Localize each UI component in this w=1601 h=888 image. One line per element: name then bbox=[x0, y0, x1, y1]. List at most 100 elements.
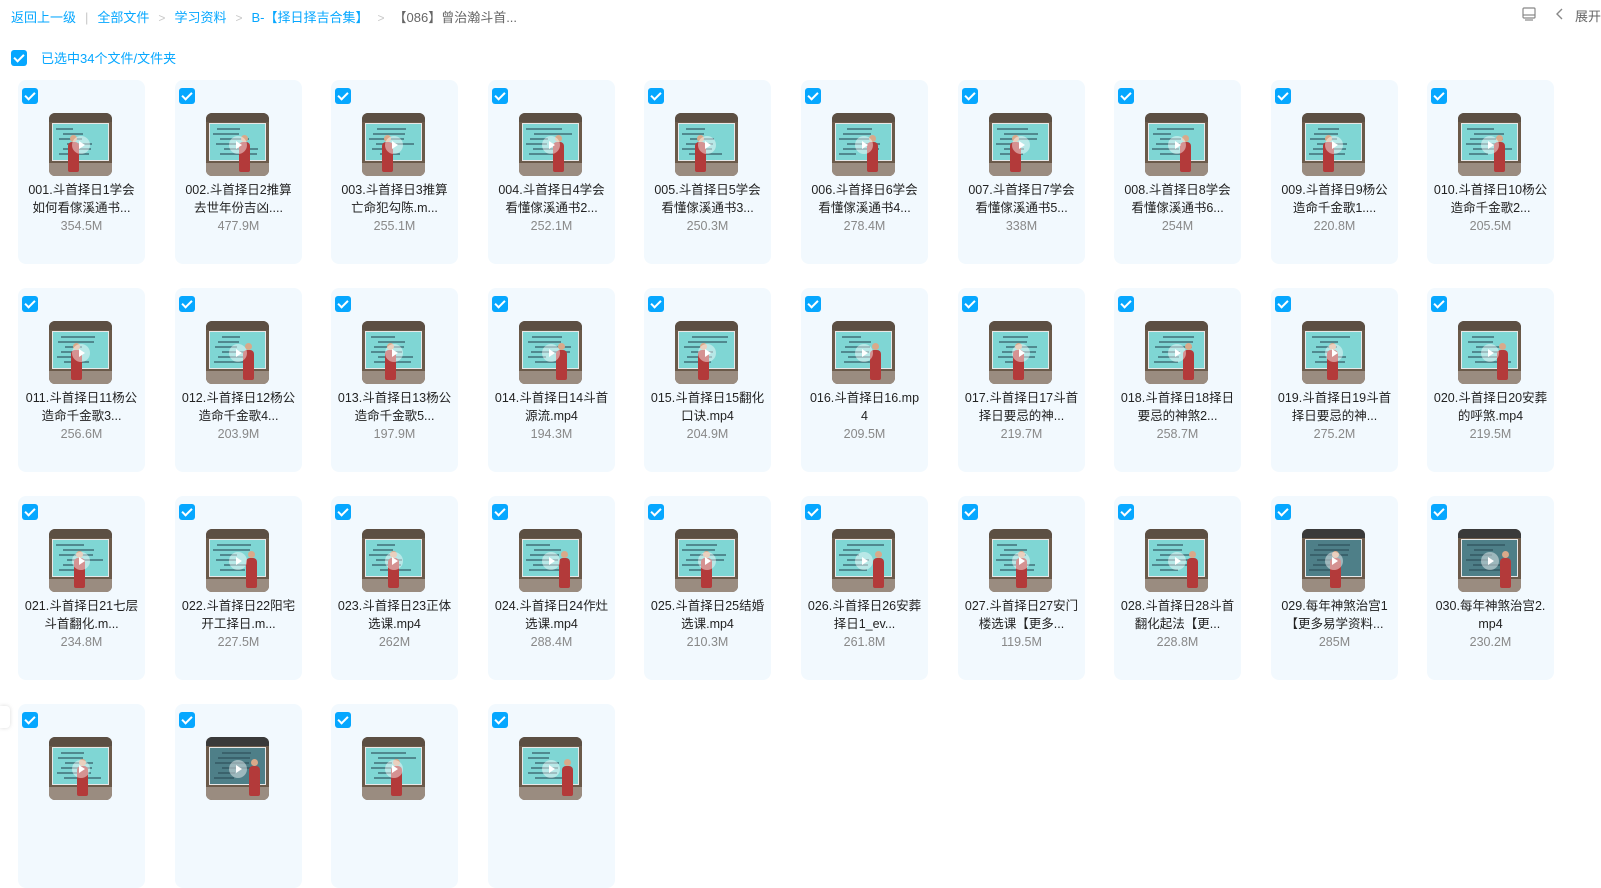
file-checkbox[interactable] bbox=[1118, 88, 1134, 104]
file-name[interactable]: 027.斗首择日27安门楼选课【更多... bbox=[964, 597, 1079, 633]
file-name[interactable]: 018.斗首择日18择日要忌的神煞2... bbox=[1120, 389, 1235, 425]
file-checkbox[interactable] bbox=[22, 88, 38, 104]
file-card[interactable]: 016.斗首择日16.mp4 209.5M bbox=[801, 288, 928, 472]
select-all-checkbox[interactable] bbox=[11, 49, 27, 66]
file-checkbox[interactable] bbox=[335, 712, 351, 728]
file-checkbox[interactable] bbox=[492, 712, 508, 728]
file-card[interactable]: 029.每年神煞治宫1【更多易学资料... 285M bbox=[1271, 496, 1398, 680]
file-card[interactable]: 015.斗首择日15翻化口诀.mp4 204.9M bbox=[644, 288, 771, 472]
breadcrumb-item-all-files[interactable]: 全部文件 bbox=[97, 10, 149, 25]
file-checkbox[interactable] bbox=[335, 88, 351, 104]
file-checkbox[interactable] bbox=[22, 712, 38, 728]
file-name[interactable]: 023.斗首择日23正体选课.mp4 bbox=[337, 597, 452, 633]
file-card[interactable]: 001.斗首择日1学会如何看傢溪通书... 354.5M bbox=[18, 80, 145, 264]
file-checkbox[interactable] bbox=[335, 296, 351, 312]
file-name[interactable]: 005.斗首择日5学会看懂傢溪通书3... bbox=[650, 181, 765, 217]
file-card[interactable] bbox=[488, 704, 615, 888]
file-card[interactable]: 023.斗首择日23正体选课.mp4 262M bbox=[331, 496, 458, 680]
file-card[interactable]: 010.斗首择日10杨公造命千金歌2... 205.5M bbox=[1427, 80, 1554, 264]
file-name[interactable]: 019.斗首择日19斗首择日要忌的神... bbox=[1277, 389, 1392, 425]
file-checkbox[interactable] bbox=[492, 88, 508, 104]
expand-button[interactable]: 展开 bbox=[1575, 9, 1601, 24]
file-name[interactable] bbox=[24, 805, 139, 841]
file-checkbox[interactable] bbox=[962, 88, 978, 104]
file-checkbox[interactable] bbox=[962, 504, 978, 520]
file-card[interactable]: 005.斗首择日5学会看懂傢溪通书3... 250.3M bbox=[644, 80, 771, 264]
file-name[interactable]: 015.斗首择日15翻化口诀.mp4 bbox=[650, 389, 765, 425]
file-name[interactable]: 006.斗首择日6学会看懂傢溪通书4... bbox=[807, 181, 922, 217]
file-card[interactable] bbox=[18, 704, 145, 888]
file-name[interactable] bbox=[494, 805, 609, 841]
file-checkbox[interactable] bbox=[492, 504, 508, 520]
file-card[interactable]: 011.斗首择日11杨公造命千金歌3... 256.6M bbox=[18, 288, 145, 472]
file-checkbox[interactable] bbox=[1275, 504, 1291, 520]
file-name[interactable]: 024.斗首择日24作灶选课.mp4 bbox=[494, 597, 609, 633]
file-checkbox[interactable] bbox=[492, 296, 508, 312]
file-card[interactable]: 003.斗首择日3推算亡命犯勾陈.m... 255.1M bbox=[331, 80, 458, 264]
file-checkbox[interactable] bbox=[1118, 296, 1134, 312]
file-checkbox[interactable] bbox=[22, 504, 38, 520]
file-card[interactable]: 018.斗首择日18择日要忌的神煞2... 258.7M bbox=[1114, 288, 1241, 472]
file-name[interactable]: 011.斗首择日11杨公造命千金歌3... bbox=[24, 389, 139, 425]
file-checkbox[interactable] bbox=[648, 296, 664, 312]
file-name[interactable] bbox=[337, 805, 452, 841]
file-card[interactable]: 014.斗首择日14斗首源流.mp4 194.3M bbox=[488, 288, 615, 472]
file-card[interactable] bbox=[331, 704, 458, 888]
file-checkbox[interactable] bbox=[648, 504, 664, 520]
file-name[interactable]: 014.斗首择日14斗首源流.mp4 bbox=[494, 389, 609, 425]
file-card[interactable] bbox=[175, 704, 302, 888]
file-card[interactable]: 008.斗首择日8学会看懂傢溪通书6... 254M bbox=[1114, 80, 1241, 264]
breadcrumb-item-collection[interactable]: B-【择日择吉合集】 bbox=[251, 10, 368, 25]
file-name[interactable]: 025.斗首择日25结婚选课.mp4 bbox=[650, 597, 765, 633]
file-name[interactable]: 022.斗首择日22阳宅开工择日.m... bbox=[181, 597, 296, 633]
file-card[interactable]: 024.斗首择日24作灶选课.mp4 288.4M bbox=[488, 496, 615, 680]
file-card[interactable]: 027.斗首择日27安门楼选课【更多... 119.5M bbox=[958, 496, 1085, 680]
file-name[interactable]: 026.斗首择日26安葬择日1_ev... bbox=[807, 597, 922, 633]
file-name[interactable]: 002.斗首择日2推算去世年份吉凶.... bbox=[181, 181, 296, 217]
file-checkbox[interactable] bbox=[1431, 504, 1447, 520]
file-checkbox[interactable] bbox=[179, 296, 195, 312]
file-name[interactable]: 001.斗首择日1学会如何看傢溪通书... bbox=[24, 181, 139, 217]
file-card[interactable]: 002.斗首择日2推算去世年份吉凶.... 477.9M bbox=[175, 80, 302, 264]
file-name[interactable]: 003.斗首择日3推算亡命犯勾陈.m... bbox=[337, 181, 452, 217]
file-name[interactable]: 021.斗首择日21七层斗首翻化.m... bbox=[24, 597, 139, 633]
file-card[interactable]: 017.斗首择日17斗首择日要忌的神... 219.7M bbox=[958, 288, 1085, 472]
file-name[interactable]: 028.斗首择日28斗首翻化起法【更... bbox=[1120, 597, 1235, 633]
file-name[interactable]: 009.斗首择日9杨公造命千金歌1.... bbox=[1277, 181, 1392, 217]
file-checkbox[interactable] bbox=[179, 712, 195, 728]
file-card[interactable]: 025.斗首择日25结婚选课.mp4 210.3M bbox=[644, 496, 771, 680]
file-name[interactable]: 010.斗首择日10杨公造命千金歌2... bbox=[1433, 181, 1548, 217]
side-toggle-button[interactable] bbox=[0, 706, 10, 728]
file-name[interactable]: 030.每年神煞治宫2.mp4 bbox=[1433, 597, 1548, 633]
file-checkbox[interactable] bbox=[335, 504, 351, 520]
file-name[interactable] bbox=[181, 805, 296, 841]
file-name[interactable]: 016.斗首择日16.mp4 bbox=[807, 389, 922, 425]
file-checkbox[interactable] bbox=[1275, 88, 1291, 104]
file-card[interactable]: 019.斗首择日19斗首择日要忌的神... 275.2M bbox=[1271, 288, 1398, 472]
file-name[interactable]: 029.每年神煞治宫1【更多易学资料... bbox=[1277, 597, 1392, 633]
file-name[interactable]: 017.斗首择日17斗首择日要忌的神... bbox=[964, 389, 1079, 425]
file-card[interactable]: 006.斗首择日6学会看懂傢溪通书4... 278.4M bbox=[801, 80, 928, 264]
file-checkbox[interactable] bbox=[1431, 296, 1447, 312]
file-name[interactable]: 013.斗首择日13杨公造命千金歌5... bbox=[337, 389, 452, 425]
file-name[interactable]: 020.斗首择日20安葬的呼煞.mp4 bbox=[1433, 389, 1548, 425]
file-name[interactable]: 004.斗首择日4学会看懂傢溪通书2... bbox=[494, 181, 609, 217]
file-card[interactable]: 009.斗首择日9杨公造命千金歌1.... 220.8M bbox=[1271, 80, 1398, 264]
file-checkbox[interactable] bbox=[1118, 504, 1134, 520]
panel-icon[interactable] bbox=[1522, 7, 1536, 24]
file-checkbox[interactable] bbox=[179, 88, 195, 104]
chevron-left-icon[interactable] bbox=[1555, 8, 1565, 23]
file-checkbox[interactable] bbox=[22, 296, 38, 312]
file-card[interactable]: 026.斗首择日26安葬择日1_ev... 261.8M bbox=[801, 496, 928, 680]
file-checkbox[interactable] bbox=[805, 88, 821, 104]
file-checkbox[interactable] bbox=[1431, 88, 1447, 104]
file-card[interactable]: 022.斗首择日22阳宅开工择日.m... 227.5M bbox=[175, 496, 302, 680]
file-card[interactable]: 020.斗首择日20安葬的呼煞.mp4 219.5M bbox=[1427, 288, 1554, 472]
back-link[interactable]: 返回上一级 bbox=[11, 10, 76, 25]
file-card[interactable]: 012.斗首择日12杨公造命千金歌4... 203.9M bbox=[175, 288, 302, 472]
file-card[interactable]: 007.斗首择日7学会看懂傢溪通书5... 338M bbox=[958, 80, 1085, 264]
file-card[interactable]: 013.斗首择日13杨公造命千金歌5... 197.9M bbox=[331, 288, 458, 472]
breadcrumb-item-study[interactable]: 学习资料 bbox=[174, 10, 226, 25]
file-checkbox[interactable] bbox=[1275, 296, 1291, 312]
file-name[interactable]: 012.斗首择日12杨公造命千金歌4... bbox=[181, 389, 296, 425]
